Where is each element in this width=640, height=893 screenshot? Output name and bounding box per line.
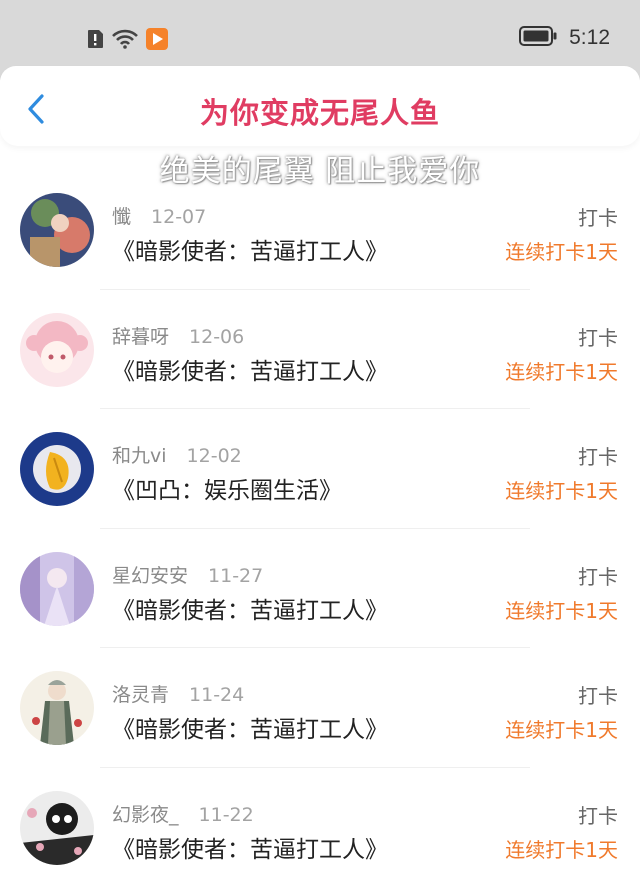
checkin-date: 12-06 [189, 325, 245, 348]
streak-label: 连续打卡1天 [505, 718, 618, 742]
checkin-action-label: 打卡 [578, 684, 618, 708]
checkin-date: 12-07 [151, 206, 207, 228]
page-title: 为你变成无尾人鱼 [199, 96, 440, 130]
avatar[interactable] [20, 671, 94, 745]
book-title[interactable]: 《暗影使者：苦逼打工人》 [112, 591, 388, 625]
status-icons [86, 28, 168, 54]
streak-label: 连续打卡1天 [505, 479, 618, 503]
username[interactable]: 洛灵青 [112, 684, 169, 706]
checkin-date: 12-02 [186, 445, 242, 467]
header: 为你变成无尾人鱼 [0, 66, 640, 146]
avatar[interactable] [20, 432, 94, 506]
streak-label: 连续打卡1天 [505, 837, 618, 862]
list-item[interactable]: 辞暮呀 12-06 《暗影使者：苦逼打工人》 打卡 连续打卡1天 [0, 290, 640, 410]
username[interactable]: 辞暮呀 [112, 326, 169, 348]
streak-label: 连续打卡1天 [505, 240, 618, 264]
checkin-date: 11-22 [198, 803, 254, 826]
avatar[interactable] [20, 551, 94, 626]
avatar[interactable] [20, 790, 94, 865]
username[interactable]: 懺 [112, 206, 131, 228]
list-item[interactable]: 和九vi 12-02 《凹凸：娱乐圈生活》 打卡 连续打卡1天 [0, 409, 640, 529]
clock: 5:12 [569, 26, 610, 49]
book-title[interactable]: 《暗影使者：苦逼打工人》 [112, 232, 388, 266]
video-app-icon [146, 28, 168, 54]
checkin-date: 11-27 [208, 564, 264, 587]
streak-label: 连续打卡1天 [505, 598, 618, 623]
checkin-action-label: 打卡 [578, 564, 618, 589]
list-item[interactable]: 幻影夜_ 11-22 《暗影使者：苦逼打工人》 打卡 连续打卡1天 [0, 768, 640, 888]
book-title[interactable]: 《暗影使者：苦逼打工人》 [112, 352, 388, 386]
avatar[interactable] [20, 312, 94, 387]
list-item[interactable]: 星幻安安 11-27 《暗影使者：苦逼打工人》 打卡 连续打卡1天 [0, 529, 640, 649]
username[interactable]: 星幻安安 [112, 565, 188, 587]
checkin-list: 懺 12-07 《暗影使者：苦逼打工人》 打卡 连续打卡1天 辞暮呀 12-06 《… [0, 170, 640, 887]
book-title[interactable]: 《暗影使者：苦逼打工人》 [112, 830, 388, 864]
battery-icon [519, 26, 557, 50]
checkin-action-label: 打卡 [578, 206, 618, 230]
checkin-action-label: 打卡 [578, 445, 618, 469]
checkin-date: 11-24 [189, 684, 245, 706]
list-item[interactable]: 洛灵青 11-24 《暗影使者：苦逼打工人》 打卡 连续打卡1天 [0, 648, 640, 768]
alert-icon [86, 29, 104, 53]
checkin-action-label: 打卡 [578, 325, 618, 350]
book-title[interactable]: 《凹凸：娱乐圈生活》 [112, 471, 342, 505]
book-title[interactable]: 《暗影使者：苦逼打工人》 [112, 710, 388, 744]
username[interactable]: 和九vi [112, 445, 167, 467]
streak-label: 连续打卡1天 [505, 359, 618, 384]
list-item[interactable]: 懺 12-07 《暗影使者：苦逼打工人》 打卡 连续打卡1天 [0, 170, 640, 290]
wifi-icon [112, 29, 138, 53]
checkin-action-label: 打卡 [578, 803, 618, 828]
username[interactable]: 幻影夜_ [112, 804, 179, 826]
avatar[interactable] [20, 193, 94, 267]
